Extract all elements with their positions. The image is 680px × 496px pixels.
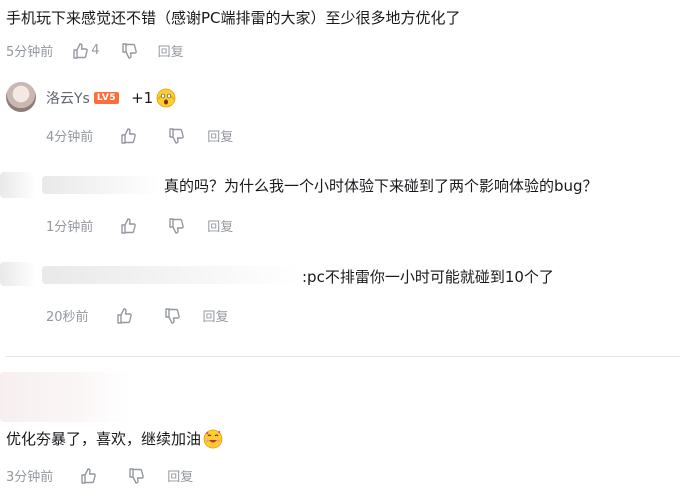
thumbs-down-icon[interactable] (163, 307, 181, 325)
divider (6, 356, 680, 357)
reply-button[interactable]: 回复 (203, 306, 229, 325)
redacted-avatar (0, 172, 36, 198)
comment-meta: 5分钟前 4 回复 (6, 41, 184, 60)
reply-button[interactable]: 回复 (207, 216, 233, 235)
comment-body: 优化夯暴了，喜欢，继续加油 (6, 429, 223, 449)
thumbs-up-icon[interactable] (79, 467, 97, 485)
redacted-avatar (0, 262, 36, 286)
comment-time: 1分钟前 (46, 220, 94, 235)
comment-text: 优化夯暴了，喜欢，继续加油 (6, 430, 202, 448)
thumbs-down-icon[interactable] (127, 467, 145, 485)
comment-time: 4分钟前 (46, 130, 94, 145)
comment-meta: 20秒前 回复 (46, 306, 229, 325)
shocked-face-emoji (156, 88, 176, 108)
comment-meta: 1分钟前 回复 (46, 216, 233, 235)
comment-time: 3分钟前 (6, 470, 54, 485)
thumbs-up-icon[interactable] (119, 217, 137, 235)
thumbs-up-icon[interactable] (115, 307, 133, 325)
comment-text: :pc不排雷你一小时可能就碰到10个了 (302, 268, 554, 286)
smiling-face-with-hearts-emoji (203, 429, 223, 449)
thumbs-up-icon[interactable] (119, 127, 137, 145)
comment-text: +1 (131, 89, 154, 107)
redacted-user-block (0, 372, 130, 422)
comment-time: 20秒前 (46, 310, 89, 325)
comment-time: 5分钟前 (6, 45, 54, 60)
thumbs-down-icon[interactable] (167, 127, 185, 145)
comment-meta: 4分钟前 回复 (46, 126, 233, 145)
reply-header: 洛云Ys LV5 +1 (46, 88, 176, 108)
username[interactable]: 洛云Ys (46, 88, 90, 108)
thumbs-up-icon[interactable] (71, 42, 89, 60)
thumbs-down-icon[interactable] (120, 42, 138, 60)
thumbs-down-icon[interactable] (167, 217, 185, 235)
comment-text: 真的吗？为什么我一个小时体验下来碰到了两个影响体验的bug？ (164, 177, 598, 195)
reply-button[interactable]: 回复 (158, 41, 184, 60)
reply-button[interactable]: 回复 (207, 126, 233, 145)
redacted-username (42, 266, 300, 284)
comment-meta: 3分钟前 回复 (6, 466, 193, 485)
reply-button[interactable]: 回复 (167, 466, 193, 485)
redacted-username (42, 176, 160, 194)
level-badge: LV5 (93, 92, 120, 104)
like-count: 4 (91, 43, 100, 58)
avatar[interactable] (6, 82, 36, 112)
comment-text: 手机玩下来感觉还不错（感谢PC端排雷的大家）至少很多地方优化了 (6, 9, 461, 27)
